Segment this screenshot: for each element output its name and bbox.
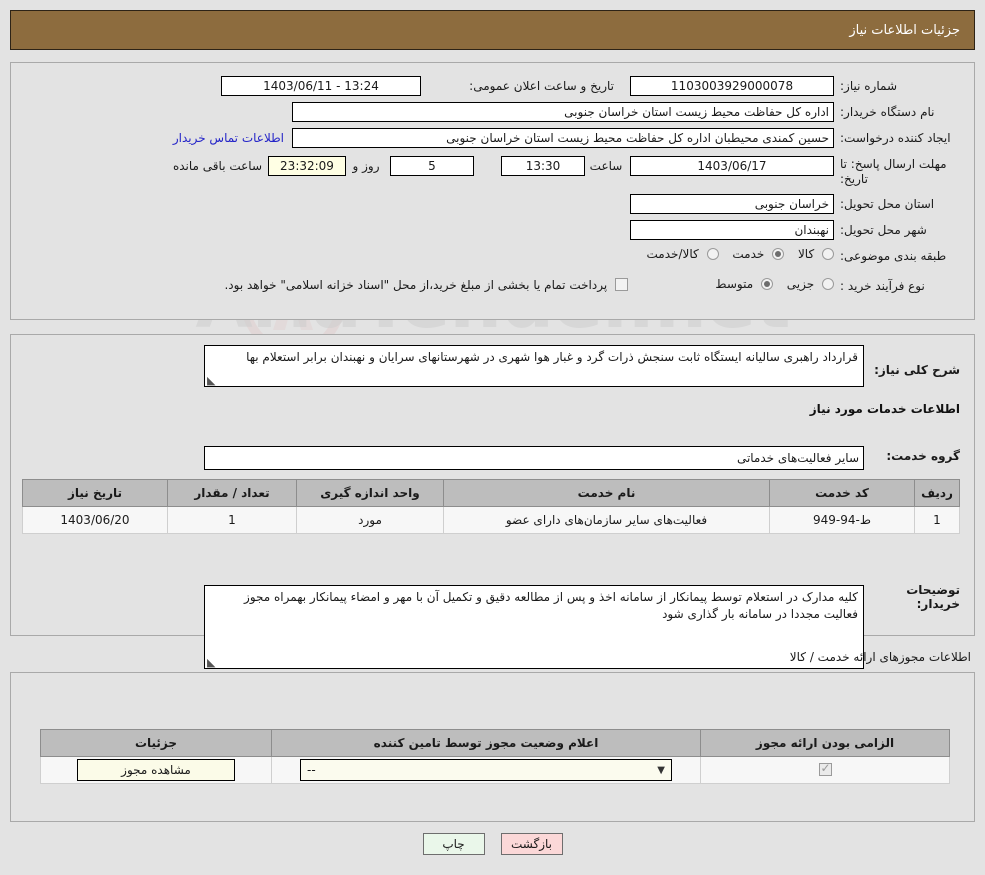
buyer-contact-link[interactable]: اطلاعات تماس خریدار bbox=[173, 131, 284, 145]
permits-panel: الزامی بودن ارائه مجوز اعلام وضعیت مجوز … bbox=[10, 672, 975, 822]
buyer-org-label: نام دستگاه خریدار: bbox=[840, 105, 935, 119]
need-summary-text: قرارداد راهبری سالیانه ایستگاه ثابت سنجش… bbox=[246, 350, 858, 364]
deadline-date-value: 1403/06/17 bbox=[630, 156, 834, 176]
td-service-name: فعالیت‌های سایر سازمان‌های دارای عضو bbox=[443, 506, 770, 534]
page-title: جزئیات اطلاعات نیاز bbox=[849, 22, 960, 38]
td-quantity: 1 bbox=[167, 506, 297, 534]
permits-table: الزامی بودن ارائه مجوز اعلام وضعیت مجوز … bbox=[40, 729, 950, 784]
countdown-timer-value: 23:32:09 bbox=[268, 156, 346, 176]
buyer-notes-text: کلیه مدارک در استعلام توسط پیمانکار از س… bbox=[244, 590, 858, 621]
purchase-process-radio-group[interactable]: جزیی متوسط bbox=[705, 277, 834, 291]
radio-category-label-1: خدمت bbox=[732, 247, 765, 261]
delivery-city-label: شهر محل تحویل: bbox=[840, 223, 927, 237]
buyer-notes-label: توضیحات خریدار: bbox=[906, 583, 960, 611]
td-permit-status: ▼ -- bbox=[271, 756, 701, 784]
deadline-time-value: 13:30 bbox=[501, 156, 585, 176]
permits-table-header-row: الزامی بودن ارائه مجوز اعلام وضعیت مجوز … bbox=[40, 729, 950, 757]
radio-category-0[interactable] bbox=[822, 248, 834, 260]
delivery-province-label: استان محل تحویل: bbox=[840, 197, 935, 211]
permits-table-wrapper: الزامی بودن ارائه مجوز اعلام وضعیت مجوز … bbox=[40, 729, 950, 784]
th-unit: واحد اندازه گیری bbox=[296, 479, 444, 507]
th-permit-status: اعلام وضعیت مجوز توسط تامین کننده bbox=[271, 729, 701, 757]
response-deadline-label: مهلت ارسال پاسخ: تا تاریخ: bbox=[840, 157, 947, 186]
subject-category-label: طبقه بندی موضوعی: bbox=[840, 249, 947, 263]
footer-actions: بازگشت چاپ bbox=[0, 833, 985, 855]
th-quantity: تعداد / مقدار bbox=[167, 479, 297, 507]
services-table-header-row: ردیف کد خدمت نام خدمت واحد اندازه گیری ت… bbox=[22, 479, 960, 507]
hour-label: ساعت bbox=[589, 159, 623, 173]
radio-category-2[interactable] bbox=[706, 248, 719, 260]
buyer-notes-textarea[interactable]: کلیه مدارک در استعلام توسط پیمانکار از س… bbox=[204, 585, 864, 669]
td-row-index: 1 bbox=[914, 506, 960, 534]
radio-process-label-1: متوسط bbox=[715, 277, 754, 291]
treasury-bond-checkbox[interactable] bbox=[615, 278, 628, 291]
subject-category-radio-group[interactable]: کالا خدمت کالا/خدمت bbox=[637, 247, 834, 261]
td-permit-required bbox=[700, 756, 950, 784]
permit-status-select[interactable]: ▼ -- bbox=[300, 759, 672, 781]
request-creator-label: ایجاد کننده درخواست: bbox=[840, 131, 951, 145]
th-permit-required: الزامی بودن ارائه مجوز bbox=[700, 729, 950, 757]
permit-status-value: -- bbox=[307, 763, 316, 777]
buyer-org-value: اداره کل حفاظت محیط زیست استان خراسان جن… bbox=[292, 102, 834, 122]
remaining-days-value: 5 bbox=[390, 156, 474, 176]
remaining-hours-label: ساعت باقی مانده bbox=[172, 159, 262, 173]
resize-grip-icon[interactable]: ◢ bbox=[207, 374, 215, 386]
need-number-value: 1103003929000078 bbox=[630, 76, 834, 96]
need-details-panel: شرح کلی نیاز: قرارداد راهبری سالیانه ایس… bbox=[10, 334, 975, 669]
resize-grip-icon[interactable]: ◢ bbox=[207, 656, 215, 668]
request-creator-value: حسین کمندی محیطبان اداره کل حفاظت محیط ز… bbox=[292, 128, 834, 148]
delivery-province-value: خراسان جنوبی bbox=[630, 194, 834, 214]
print-button[interactable]: چاپ bbox=[422, 833, 485, 855]
chevron-down-icon: ▼ bbox=[657, 764, 665, 776]
page-header: جزئیات اطلاعات نیاز bbox=[10, 10, 975, 50]
services-section-title: اطلاعات خدمات مورد نیاز bbox=[809, 402, 960, 416]
services-table: ردیف کد خدمت نام خدمت واحد اندازه گیری ت… bbox=[22, 479, 960, 534]
need-summary-textarea[interactable]: قرارداد راهبری سالیانه ایستگاه ثابت سنجش… bbox=[204, 345, 864, 387]
days-unit-label: روز و bbox=[352, 159, 380, 173]
treasury-bond-option[interactable]: پرداخت تمام یا بخشی از مبلغ خرید،از محل … bbox=[214, 278, 628, 292]
announce-datetime-value: 1403/06/11 - 13:24 bbox=[221, 76, 421, 96]
th-service-name: نام خدمت bbox=[443, 479, 770, 507]
radio-process-label-0: جزیی bbox=[786, 277, 815, 291]
services-table-wrapper: ردیف کد خدمت نام خدمت واحد اندازه گیری ت… bbox=[22, 479, 960, 534]
back-button[interactable]: بازگشت bbox=[500, 833, 563, 855]
service-group-value: سایر فعالیت‌های خدماتی bbox=[204, 446, 864, 470]
service-group-label: گروه خدمت: bbox=[886, 449, 960, 463]
th-permit-details: جزئیات bbox=[40, 729, 272, 757]
permit-required-checkbox bbox=[818, 761, 832, 776]
need-info-panel: شماره نیاز: 1103003929000078 تاریخ و ساع… bbox=[10, 62, 975, 320]
td-service-code: ط-94-949 bbox=[769, 506, 915, 534]
radio-process-0[interactable] bbox=[822, 278, 834, 290]
td-unit: مورد bbox=[296, 506, 444, 534]
td-permit-details: مشاهده مجوز bbox=[40, 756, 272, 784]
th-service-code: کد خدمت bbox=[769, 479, 915, 507]
table-row: 1 ط-94-949 فعالیت‌های سایر سازمان‌های دا… bbox=[22, 506, 960, 534]
need-summary-label: شرح کلی نیاز: bbox=[874, 363, 960, 377]
th-need-date: تاریخ نیاز bbox=[22, 479, 168, 507]
announce-datetime-label: تاریخ و ساعت اعلان عمومی: bbox=[469, 79, 614, 93]
th-row-index: ردیف bbox=[914, 479, 960, 507]
radio-process-1[interactable] bbox=[760, 278, 773, 290]
purchase-process-label: نوع فرآیند خرید : bbox=[840, 279, 925, 293]
td-need-date: 1403/06/20 bbox=[22, 506, 168, 534]
permits-section-title: اطلاعات مجوزهای ارائه خدمت / کالا bbox=[789, 650, 971, 664]
need-number-label: شماره نیاز: bbox=[840, 79, 897, 93]
radio-category-label-0: کالا bbox=[797, 247, 815, 261]
view-permit-button[interactable]: مشاهده مجوز bbox=[77, 759, 235, 781]
table-row: ▼ -- مشاهده مجوز bbox=[40, 756, 950, 784]
delivery-city-value: نهبندان bbox=[630, 220, 834, 240]
treasury-bond-text: پرداخت تمام یا بخشی از مبلغ خرید،از محل … bbox=[224, 278, 608, 292]
radio-category-1[interactable] bbox=[772, 248, 785, 260]
radio-category-label-2: کالا/خدمت bbox=[646, 247, 699, 261]
